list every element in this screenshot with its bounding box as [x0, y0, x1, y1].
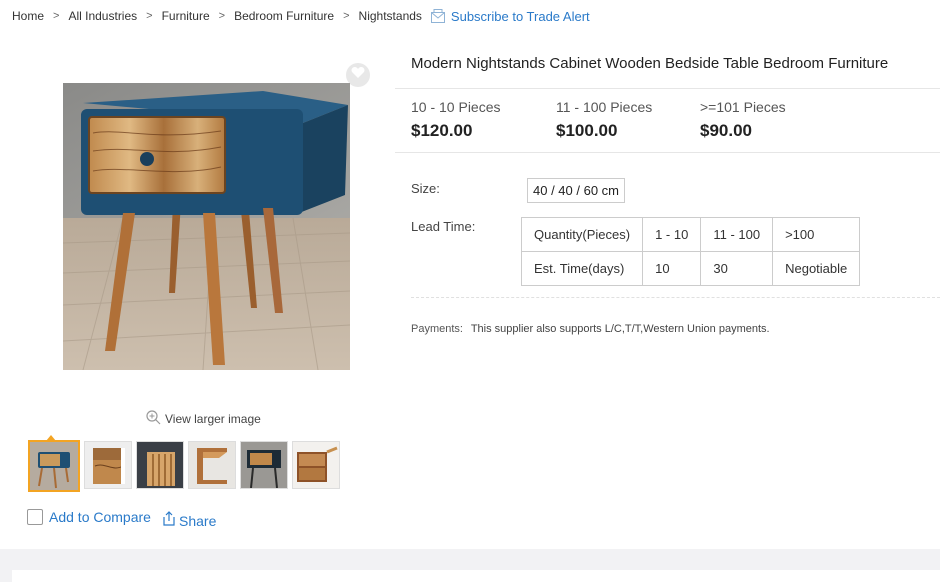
breadcrumb-bedroom-furniture[interactable]: Bedroom Furniture: [234, 9, 334, 23]
table-cell: 30: [700, 251, 774, 286]
main-product-image[interactable]: [62, 83, 351, 371]
breadcrumb-separator: >: [146, 10, 153, 22]
divider: [395, 88, 940, 89]
table-cell: 1 - 10: [642, 217, 702, 252]
share-icon: [161, 510, 177, 531]
table-cell: 10: [642, 251, 702, 286]
payments-info: Payments: This supplier also supports L/…: [411, 323, 770, 335]
breadcrumb-separator: >: [343, 10, 350, 22]
breadcrumb-nightstands[interactable]: Nightstands: [359, 9, 422, 23]
thumbnail-strip: [28, 440, 344, 492]
add-to-compare[interactable]: Add to Compare: [27, 509, 151, 525]
zoom-in-icon: [146, 410, 165, 428]
thumbnail-4[interactable]: [188, 441, 236, 489]
divider: [395, 152, 940, 153]
price-tier-qty: >=101 Pieces: [700, 99, 786, 115]
size-option[interactable]: 40 / 40 / 60 cm: [527, 178, 625, 203]
table-cell: >100: [772, 217, 861, 252]
breadcrumb-furniture[interactable]: Furniture: [162, 9, 210, 23]
view-larger-label: View larger image: [165, 412, 261, 426]
subscribe-trade-alert-link[interactable]: Subscribe to Trade Alert: [451, 9, 590, 24]
price-tier-1: 10 - 10 Pieces $120.00: [411, 99, 501, 141]
breadcrumb-home[interactable]: Home: [12, 9, 44, 23]
heart-icon: [351, 66, 365, 84]
table-cell: Est. Time(days): [520, 251, 644, 286]
size-label: Size:: [411, 181, 440, 196]
price-tier-qty: 11 - 100 Pieces: [556, 99, 653, 115]
thumbnail-6[interactable]: [292, 441, 340, 489]
price-tier-price: $100.00: [556, 121, 618, 140]
payments-text: This supplier also supports L/C,T/T,West…: [470, 323, 770, 335]
breadcrumb-separator: >: [218, 10, 226, 22]
price-tier-3: >=101 Pieces $90.00: [700, 99, 786, 141]
share-button[interactable]: Share: [161, 510, 216, 531]
thumbnail-5[interactable]: [240, 441, 288, 489]
table-row: Est. Time(days) 10 30 Negotiable: [520, 251, 861, 286]
view-larger-image-link[interactable]: View larger image: [146, 410, 261, 428]
breadcrumb-separator: >: [53, 10, 60, 22]
add-to-compare-label[interactable]: Add to Compare: [49, 509, 151, 525]
table-cell: 11 - 100: [700, 217, 774, 252]
next-section-card: [12, 570, 940, 582]
envelope-icon[interactable]: [430, 8, 446, 24]
breadcrumb-all-industries[interactable]: All Industries: [68, 9, 137, 23]
table-row: Quantity(Pieces) 1 - 10 11 - 100 >100: [520, 217, 861, 252]
price-tier-price: $120.00: [411, 121, 473, 140]
table-cell: Quantity(Pieces): [520, 217, 644, 252]
product-title: Modern Nightstands Cabinet Wooden Bedsid…: [411, 55, 889, 72]
price-tier-2: 11 - 100 Pieces $100.00: [556, 99, 652, 141]
thumbnail-2[interactable]: [84, 441, 132, 489]
lead-time-label: Lead Time:: [411, 219, 476, 234]
price-tier-qty: 10 - 10 Pieces: [411, 99, 501, 115]
lead-time-table: Quantity(Pieces) 1 - 10 11 - 100 >100 Es…: [520, 217, 861, 286]
share-label[interactable]: Share: [179, 513, 216, 529]
payments-label: Payments:: [411, 323, 463, 335]
breadcrumb: Home > All Industries > Furniture > Bedr…: [12, 8, 590, 24]
dashed-divider: [411, 297, 940, 298]
table-cell: Negotiable: [772, 251, 861, 286]
price-tier-price: $90.00: [700, 121, 752, 140]
compare-checkbox[interactable]: [27, 509, 43, 525]
thumbnail-3[interactable]: [136, 441, 184, 489]
thumbnail-1[interactable]: [28, 440, 80, 492]
